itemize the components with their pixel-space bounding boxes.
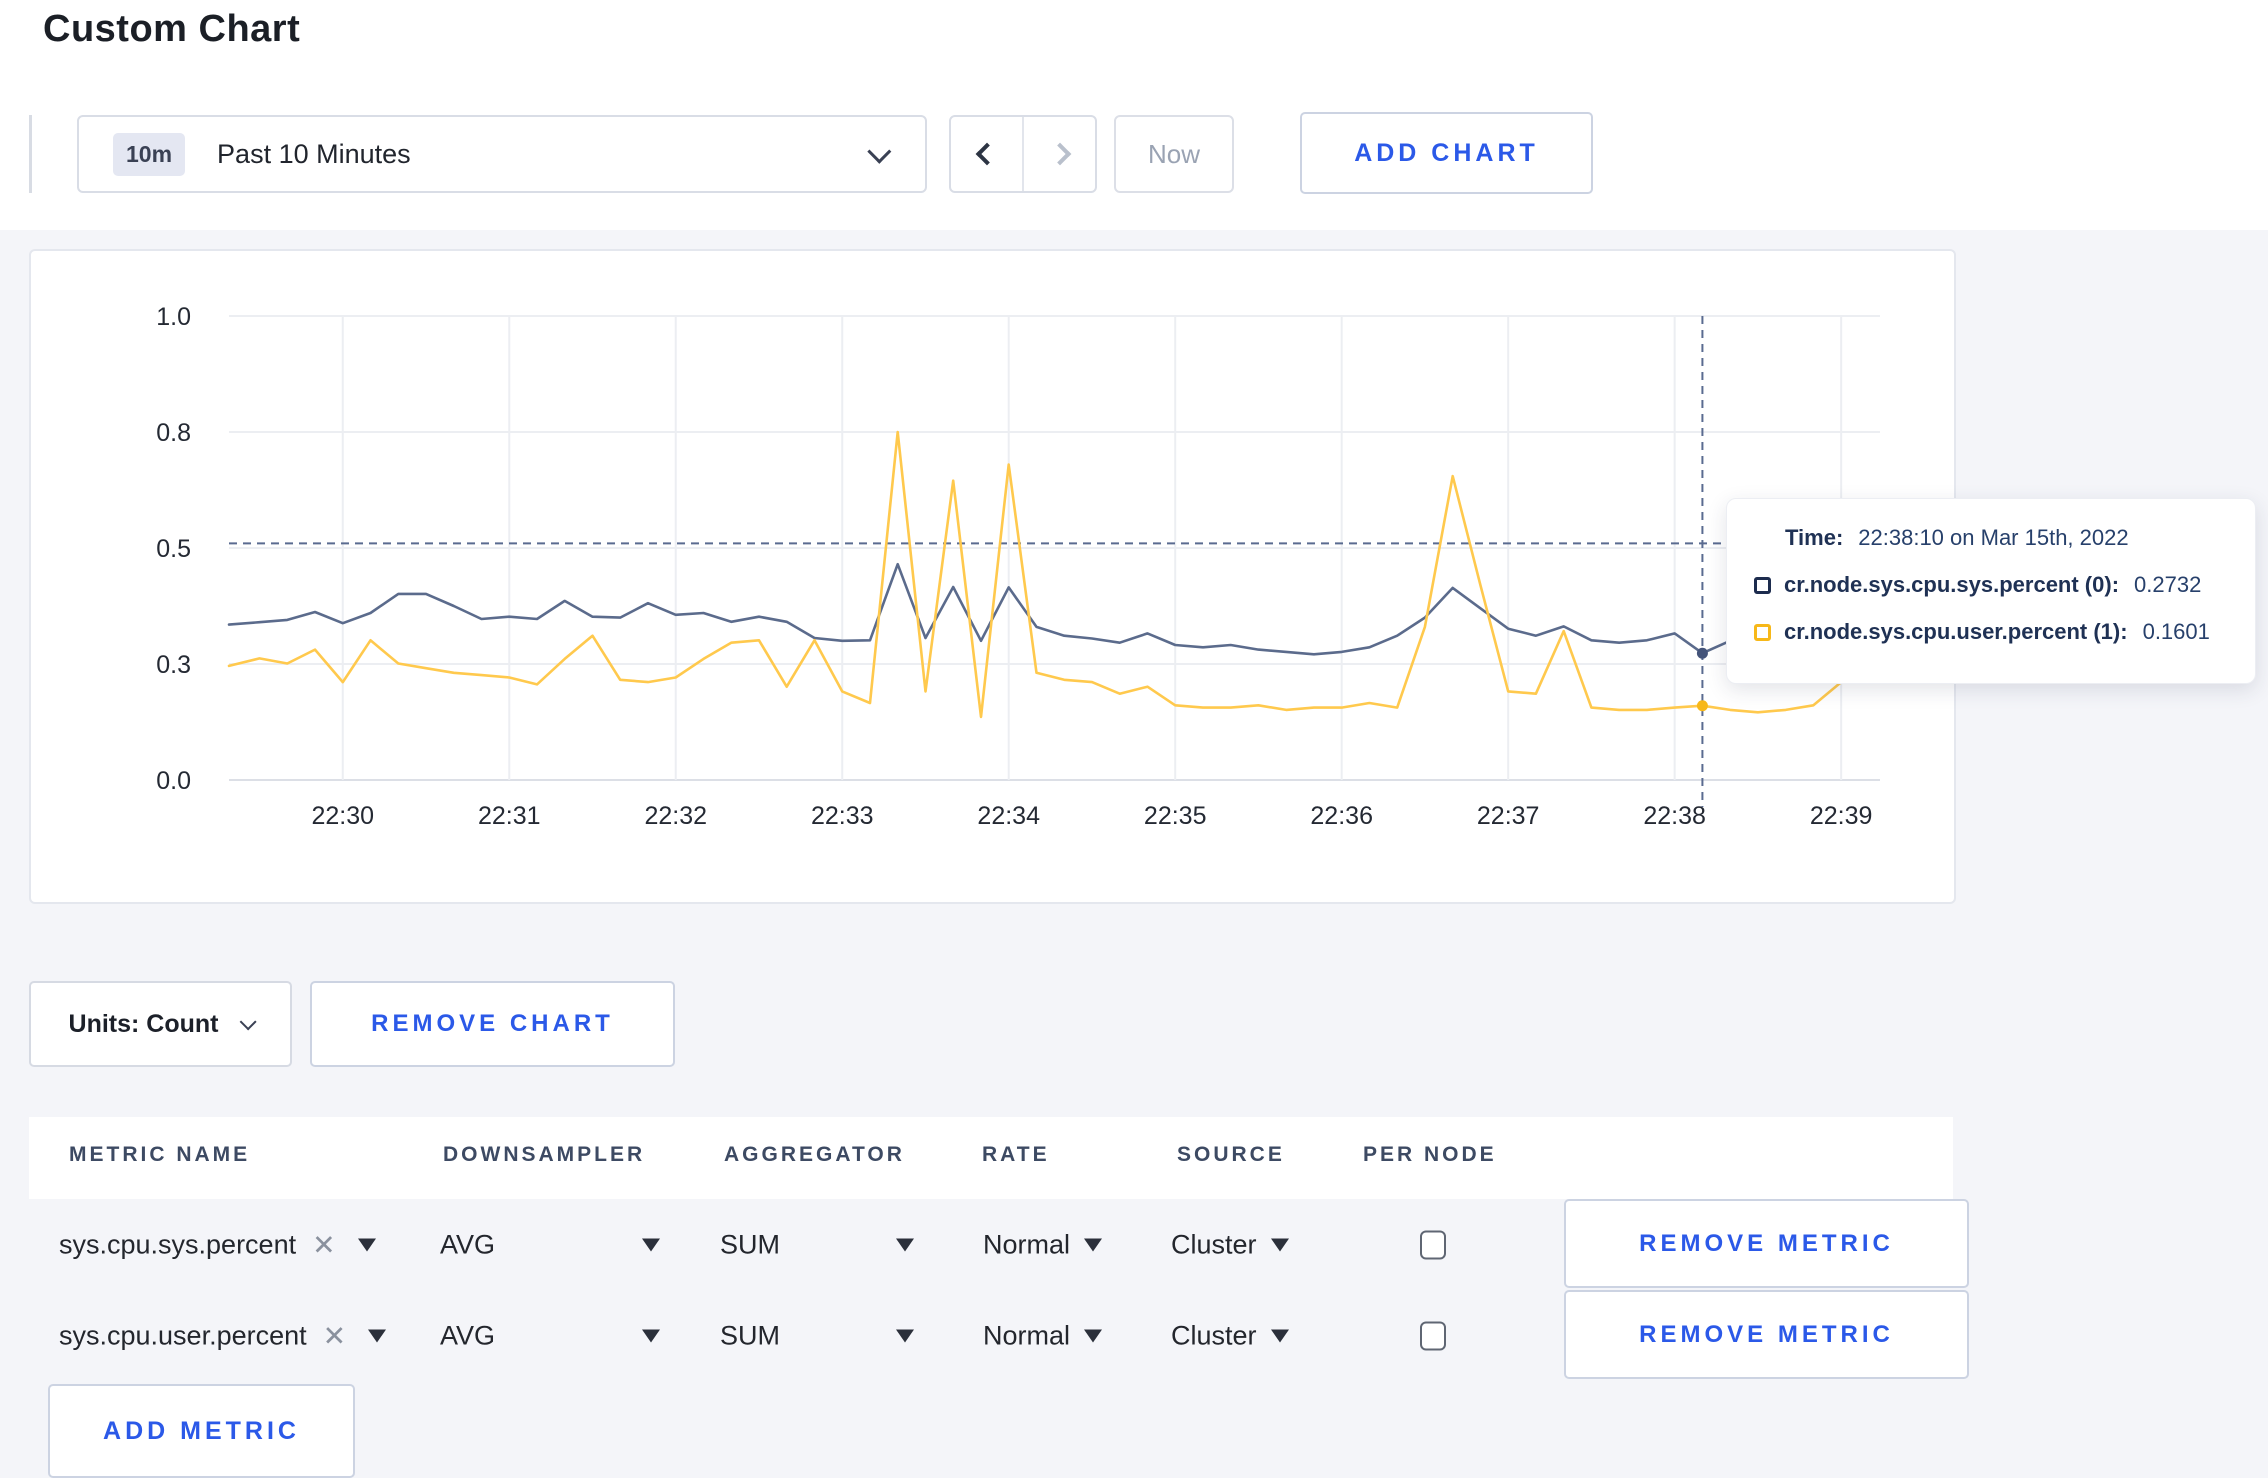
tooltip-time-label: Time: xyxy=(1785,525,1844,550)
metric-name-cell[interactable]: sys.cpu.user.percent ✕ xyxy=(59,1319,387,1352)
y-axis-tick-label: 0.5 xyxy=(156,535,191,563)
now-button[interactable]: Now xyxy=(1114,115,1234,193)
downsampler-select[interactable]: AVG xyxy=(440,1320,495,1351)
x-axis-tick-label: 22:30 xyxy=(311,802,374,830)
time-window-label: Past 10 Minutes xyxy=(217,138,411,169)
source-select[interactable]: Cluster xyxy=(1171,1320,1289,1351)
x-axis-tick-label: 22:31 xyxy=(478,802,541,830)
x-axis-tick-label: 22:37 xyxy=(1477,802,1540,830)
col-header-rate: RATE xyxy=(982,1143,1050,1166)
aggregator-dropdown-icon[interactable] xyxy=(896,1329,914,1342)
units-label: Units: Count xyxy=(68,1009,219,1038)
rate-select[interactable]: Normal xyxy=(983,1229,1103,1260)
tooltip-series-name: cr.node.sys.cpu.user.percent (1): xyxy=(1784,619,2128,644)
per-node-checkbox[interactable] xyxy=(1420,1230,1446,1259)
cpu-usage-chart-canvas[interactable]: 0.0 0.3 0.5 0.8 1.0 22:30 22:31 22:32 22:33 22:34… xyxy=(31,251,1958,906)
x-axis-tick-label: 22:39 xyxy=(1810,802,1873,830)
x-axis-tick-label: 22:34 xyxy=(977,802,1040,830)
hover-point-dot xyxy=(1696,647,1708,659)
x-axis-tick-label: 22:35 xyxy=(1144,802,1207,830)
time-range-dropdown[interactable]: 10m Past 10 Minutes xyxy=(77,115,927,193)
metrics-table-header: METRIC NAME DOWNSAMPLER AGGREGATOR RATE … xyxy=(29,1117,1953,1199)
remove-metric-button[interactable]: REMOVE METRIC xyxy=(1564,1199,1969,1288)
series-line xyxy=(227,430,1882,719)
metric-name: sys.cpu.sys.percent xyxy=(59,1229,297,1259)
downsampler-dropdown-icon[interactable] xyxy=(642,1238,660,1251)
y-axis-tick-label: 0.8 xyxy=(156,419,191,447)
remove-metric-button[interactable]: REMOVE METRIC xyxy=(1564,1290,1969,1379)
aggregator-select[interactable]: SUM xyxy=(720,1320,780,1351)
source-select[interactable]: Cluster xyxy=(1171,1229,1289,1260)
chart-hover-tooltip: Time: 22:38:10 on Mar 15th, 2022 cr.node… xyxy=(1726,498,2256,684)
next-time-button[interactable] xyxy=(1024,117,1095,191)
x-axis-tick-label: 22:32 xyxy=(644,802,707,830)
metric-name: sys.cpu.user.percent xyxy=(59,1320,307,1350)
x-axis-tick-label: 22:36 xyxy=(1310,802,1373,830)
remove-chart-button[interactable]: REMOVE CHART xyxy=(310,981,675,1067)
chevron-right-icon xyxy=(1048,142,1071,166)
page-title: Custom Chart xyxy=(43,8,301,50)
chevron-down-icon xyxy=(867,139,892,164)
y-axis-tick-label: 0.0 xyxy=(156,767,191,795)
tooltip-series-value: 0.1601 xyxy=(2142,619,2210,644)
tooltip-series-name: cr.node.sys.cpu.sys.percent (0): xyxy=(1784,572,2120,597)
add-metric-button[interactable]: ADD METRIC xyxy=(48,1384,355,1478)
col-header-per-node: PER NODE xyxy=(1363,1143,1497,1166)
hover-point-dot xyxy=(1696,700,1708,712)
metric-name-cell[interactable]: sys.cpu.sys.percent ✕ xyxy=(59,1228,376,1261)
rate-select[interactable]: Normal xyxy=(983,1320,1103,1351)
tooltip-series-value: 0.2732 xyxy=(2134,572,2202,597)
y-axis-tick-label: 1.0 xyxy=(156,303,191,331)
chevron-down-icon xyxy=(240,1013,258,1031)
add-chart-button[interactable]: ADD CHART xyxy=(1300,112,1593,194)
time-shift-group xyxy=(949,115,1097,193)
metric-dropdown-icon[interactable] xyxy=(368,1329,387,1342)
metric-row: sys.cpu.sys.percent ✕ AVG SUM Normal Clu… xyxy=(29,1199,1969,1290)
col-header-metric-name: METRIC NAME xyxy=(69,1143,251,1166)
tooltip-time-value: 22:38:10 on Mar 15th, 2022 xyxy=(1858,525,2129,550)
clear-metric-icon[interactable]: ✕ xyxy=(312,1228,335,1261)
metric-row: sys.cpu.user.percent ✕ AVG SUM Normal Cl… xyxy=(29,1290,1969,1381)
clear-metric-icon[interactable]: ✕ xyxy=(323,1319,346,1352)
aggregator-dropdown-icon[interactable] xyxy=(896,1238,914,1251)
per-node-checkbox[interactable] xyxy=(1420,1321,1446,1350)
time-window-badge: 10m xyxy=(113,132,186,176)
series-swatch-user-icon xyxy=(1754,623,1771,641)
y-axis-tick-label: 0.3 xyxy=(156,651,191,679)
units-dropdown[interactable]: Units: Count xyxy=(29,981,292,1067)
x-axis-tick-label: 22:38 xyxy=(1643,802,1706,830)
col-header-aggregator: AGGREGATOR xyxy=(724,1143,905,1166)
prev-time-button[interactable] xyxy=(951,117,1024,191)
toolbar-divider xyxy=(29,115,32,193)
downsampler-select[interactable]: AVG xyxy=(440,1229,495,1260)
series-line xyxy=(227,562,1732,656)
col-header-source: SOURCE xyxy=(1177,1143,1285,1166)
chart-card: 0.0 0.3 0.5 0.8 1.0 22:30 22:31 22:32 22:33 22:34… xyxy=(29,249,1956,904)
x-axis-tick-label: 22:33 xyxy=(811,802,874,830)
downsampler-dropdown-icon[interactable] xyxy=(642,1329,660,1342)
series-swatch-sys-icon xyxy=(1754,576,1771,594)
metric-dropdown-icon[interactable] xyxy=(357,1238,376,1251)
aggregator-select[interactable]: SUM xyxy=(720,1229,780,1260)
col-header-downsampler: DOWNSAMPLER xyxy=(443,1143,646,1166)
chevron-left-icon xyxy=(975,142,998,166)
